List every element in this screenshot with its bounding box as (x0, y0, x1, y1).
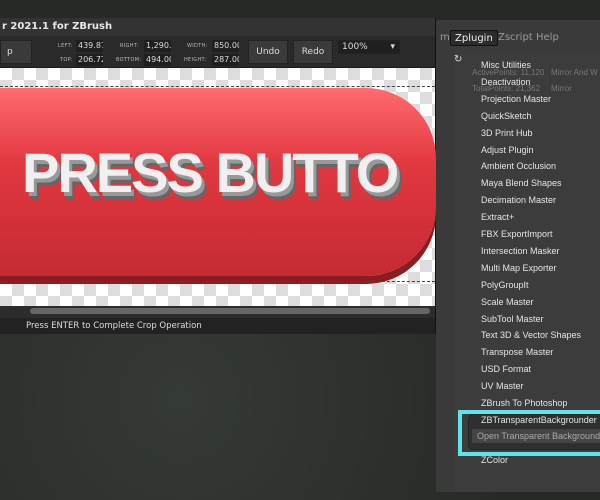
menu-item[interactable]: Scale Master (481, 297, 534, 307)
menu-item[interactable]: Deactivation (481, 77, 531, 87)
height-field[interactable]: 287.00 (212, 54, 239, 66)
menu-item[interactable]: Ambient Occlusion (481, 161, 556, 171)
top-field[interactable]: 206.72 (76, 54, 103, 66)
right-field[interactable]: 1,290.0 (144, 40, 171, 52)
bottom-field[interactable]: 494.00 (144, 54, 171, 66)
menu-zplugin[interactable]: Zplugin (450, 30, 498, 46)
left-field[interactable]: 439.87 (76, 40, 103, 52)
crop-toolbar: p LEFT: 439.87 TOP: 206.72 RIGHT: 1,290.… (0, 36, 435, 68)
mirror-and-weld: Mirror And W (551, 68, 598, 77)
window-title: r 2021.1 for ZBrush (0, 18, 435, 36)
menu-item[interactable]: USD Format (481, 364, 531, 374)
bottom-label: BOTTOM: (116, 57, 142, 63)
crop-rectangle[interactable] (0, 86, 435, 282)
width-label: WIDTH: (187, 43, 208, 49)
menu-item[interactable]: Maya Blend Shapes (481, 178, 562, 188)
menu-item[interactable]: Intersection Masker (481, 246, 560, 256)
width-field[interactable]: 850.00 (212, 40, 239, 52)
menu-item-zcolor[interactable]: ZColor (481, 455, 508, 465)
menu-item[interactable]: Projection Master (481, 94, 551, 104)
zoom-select[interactable]: 100% ▾ (338, 40, 400, 54)
refresh-icon[interactable]: ↻ (454, 54, 462, 65)
plugin-window: r 2021.1 for ZBrush p LEFT: 439.87 TOP: … (0, 18, 436, 334)
chevron-down-icon: ▾ (390, 42, 395, 52)
image-canvas[interactable]: PRESS BUTTO (0, 68, 436, 306)
menu-item[interactable]: UV Master (481, 381, 524, 391)
menu-item[interactable]: ZBrush To Photoshop (481, 398, 567, 408)
height-label: HEIGHT: (184, 57, 207, 63)
mirror: Mirror (551, 84, 572, 93)
menu-item[interactable]: QuickSketch (481, 111, 532, 121)
crop-button[interactable]: p (0, 40, 32, 64)
menu-item[interactable]: Adjust Plugin (481, 145, 534, 155)
top-label: TOP: (60, 57, 73, 63)
menu-item[interactable]: Decimation Master (481, 195, 556, 205)
menu-zscript[interactable]: Zscript (494, 30, 537, 46)
horizontal-scrollbar[interactable] (30, 308, 430, 314)
left-label: LEFT: (58, 43, 73, 49)
menu-item-zbtransparentbackgrounder[interactable]: ZBTransparentBackgrounder (481, 415, 597, 425)
menu-item[interactable]: FBX ExportImport (481, 229, 553, 239)
menu-item[interactable]: Extract+ (481, 212, 514, 222)
zoom-value: 100% (342, 42, 368, 52)
redo-button[interactable]: Redo (293, 40, 333, 64)
open-transparent-backgrounder-button[interactable]: Open Transparent Backgrounder (472, 429, 600, 443)
menu-item[interactable]: Multi Map Exporter (481, 263, 557, 273)
right-label: RIGHT: (120, 43, 139, 49)
menu-item[interactable]: 3D Print Hub (481, 128, 533, 138)
menu-item[interactable]: Misc Utilities (481, 60, 531, 70)
undo-button[interactable]: Undo (248, 40, 288, 64)
menu-item[interactable]: PolyGroupIt (481, 280, 529, 290)
menu-item[interactable]: Text 3D & Vector Shapes (481, 330, 581, 340)
status-bar: Press ENTER to Complete Crop Operation (0, 318, 435, 334)
menu-item[interactable]: SubTool Master (481, 314, 544, 324)
menu-help[interactable]: Help (532, 30, 563, 46)
menu-item[interactable]: Transpose Master (481, 347, 553, 357)
menu-bar: m Zplugin Zscript Help (436, 30, 600, 48)
